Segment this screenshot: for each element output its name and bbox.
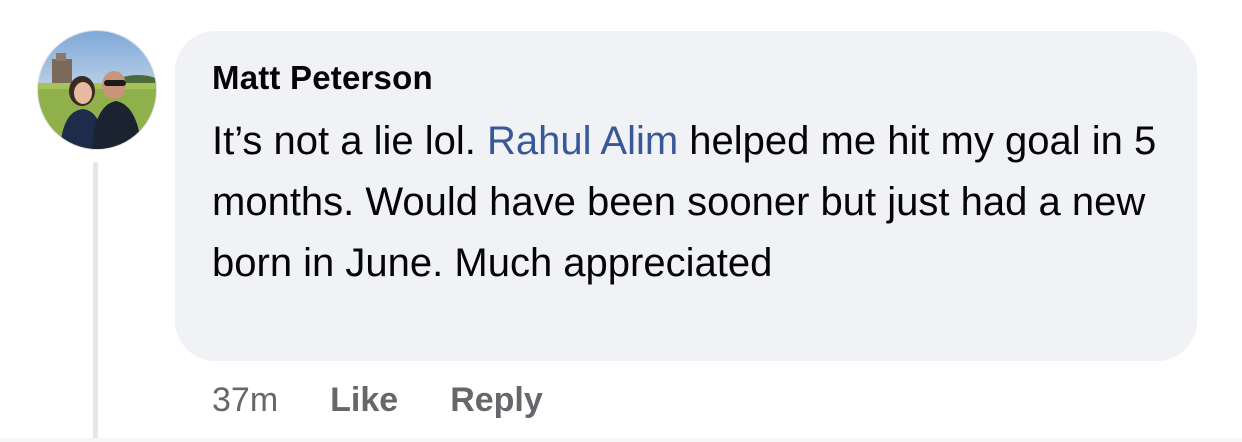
mention-link[interactable]: Rahul Alim [487, 119, 678, 163]
like-button[interactable]: Like [330, 381, 398, 420]
thread-connector-line [93, 162, 98, 442]
divider [0, 438, 1242, 442]
comment-body: It’s not a lie lol. Rahul Alim helped me… [212, 111, 1172, 294]
avatar-photo-icon [38, 31, 156, 149]
comment-actions: 37m Like Reply [212, 378, 595, 422]
comment-thread: Matt Peterson It’s not a lie lol. Rahul … [0, 0, 1242, 442]
comment-bubble: Matt Peterson It’s not a lie lol. Rahul … [175, 31, 1197, 361]
avatar[interactable] [37, 30, 157, 150]
comment-text-prefix: It’s not a lie lol. [212, 119, 487, 163]
reply-button[interactable]: Reply [450, 381, 543, 420]
comment-timestamp[interactable]: 37m [212, 381, 278, 420]
comment-author-name[interactable]: Matt Peterson [212, 57, 1167, 99]
